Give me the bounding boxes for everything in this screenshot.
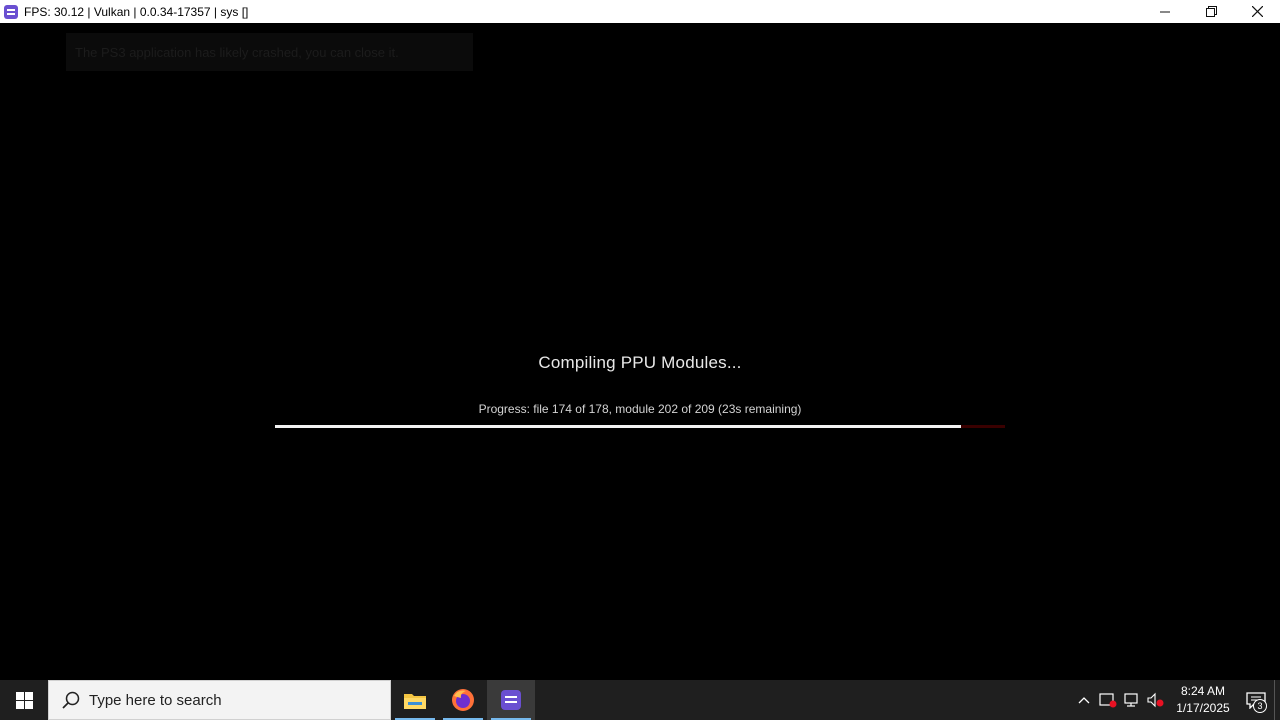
show-hidden-icons-button[interactable] xyxy=(1072,680,1096,720)
taskbar-file-explorer[interactable] xyxy=(391,680,439,720)
progress-bar-fill xyxy=(275,425,962,428)
window-titlebar: FPS: 30.12 | Vulkan | 0.0.34-17357 | sys… xyxy=(0,0,1280,23)
tray-volume-button[interactable] xyxy=(1144,680,1168,720)
windows-logo-icon xyxy=(15,691,33,709)
game-viewport[interactable]: The PS3 application has likely crashed, … xyxy=(0,23,1280,680)
rpcs3-icon xyxy=(501,690,521,710)
restore-button[interactable] xyxy=(1188,0,1234,23)
progress-text: Progress: file 174 of 178, module 202 of… xyxy=(478,402,802,416)
compile-title: Compiling PPU Modules... xyxy=(538,353,742,372)
crash-notice-text: The PS3 application has likely crashed, … xyxy=(75,44,399,60)
taskbar: Type here to search 8:24 AM 1/17/2025 3 xyxy=(0,680,1280,720)
volume-muted-icon xyxy=(1147,692,1164,708)
show-desktop-button[interactable] xyxy=(1274,680,1280,720)
crash-notice: The PS3 application has likely crashed, … xyxy=(66,33,473,71)
taskbar-rpcs3[interactable] xyxy=(487,680,535,720)
security-warning-icon xyxy=(1099,693,1117,708)
rpcs3-app-icon xyxy=(4,4,18,19)
minimize-button[interactable] xyxy=(1142,0,1188,23)
tray-security-button[interactable] xyxy=(1096,680,1120,720)
action-center-button[interactable]: 3 xyxy=(1238,680,1274,720)
minimize-icon xyxy=(1160,11,1170,12)
search-placeholder: Type here to search xyxy=(89,691,222,709)
clock-date: 1/17/2025 xyxy=(1176,701,1230,715)
progress-bar xyxy=(275,425,1005,428)
search-icon xyxy=(62,691,80,709)
tray-network-button[interactable] xyxy=(1120,680,1144,720)
taskbar-search[interactable]: Type here to search xyxy=(48,680,391,720)
taskbar-clock[interactable]: 8:24 AM 1/17/2025 xyxy=(1174,683,1232,717)
restore-icon xyxy=(1205,6,1217,17)
clock-time: 8:24 AM xyxy=(1180,684,1226,698)
close-icon xyxy=(1251,6,1263,17)
chevron-up-icon xyxy=(1078,697,1090,704)
system-tray: 8:24 AM 1/17/2025 3 xyxy=(1072,680,1280,720)
start-button[interactable] xyxy=(0,680,48,720)
notification-count-badge: 3 xyxy=(1253,699,1267,713)
network-icon xyxy=(1124,693,1138,707)
file-explorer-icon xyxy=(404,694,426,709)
window-controls xyxy=(1142,0,1280,23)
window-title: FPS: 30.12 | Vulkan | 0.0.34-17357 | sys… xyxy=(24,4,249,19)
firefox-icon xyxy=(452,689,474,711)
close-button[interactable] xyxy=(1234,0,1280,23)
taskbar-firefox[interactable] xyxy=(439,680,487,720)
